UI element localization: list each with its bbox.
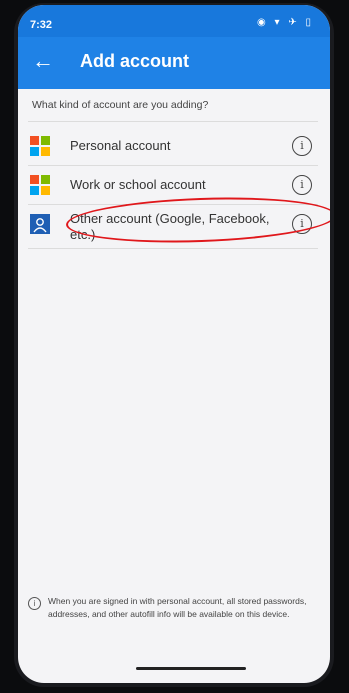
personal-account-option[interactable]: Personal account i bbox=[28, 127, 318, 165]
autofill-info-note: When you are signed in with personal acc… bbox=[48, 596, 307, 619]
microsoft-logo-icon bbox=[30, 175, 50, 195]
person-icon bbox=[30, 214, 50, 234]
home-indicator[interactable] bbox=[136, 667, 246, 670]
status-time: 7:32 bbox=[30, 19, 53, 31]
status-bar: 7:32 ◉ ▾ ✈ ▯ bbox=[18, 5, 330, 37]
info-icon: i bbox=[28, 597, 41, 610]
status-icons: ◉ ▾ ✈ ▯ bbox=[257, 17, 314, 28]
microsoft-logo-icon bbox=[30, 136, 50, 156]
account-type-question: What kind of account are you adding? bbox=[32, 99, 209, 111]
work-school-account-label: Work or school account bbox=[70, 177, 206, 192]
phone-frame: 7:32 ◉ ▾ ✈ ▯ ← Add account What kind of … bbox=[14, 3, 334, 687]
app-bar: ← Add account bbox=[18, 37, 330, 89]
info-icon[interactable]: i bbox=[292, 175, 312, 195]
screen: 7:32 ◉ ▾ ✈ ▯ ← Add account What kind of … bbox=[18, 5, 330, 683]
back-arrow-icon[interactable]: ← bbox=[32, 49, 54, 73]
info-icon[interactable]: i bbox=[292, 136, 312, 156]
divider bbox=[28, 121, 318, 122]
personal-account-label: Personal account bbox=[70, 138, 171, 153]
divider bbox=[28, 248, 318, 249]
page-title: Add account bbox=[80, 51, 190, 71]
